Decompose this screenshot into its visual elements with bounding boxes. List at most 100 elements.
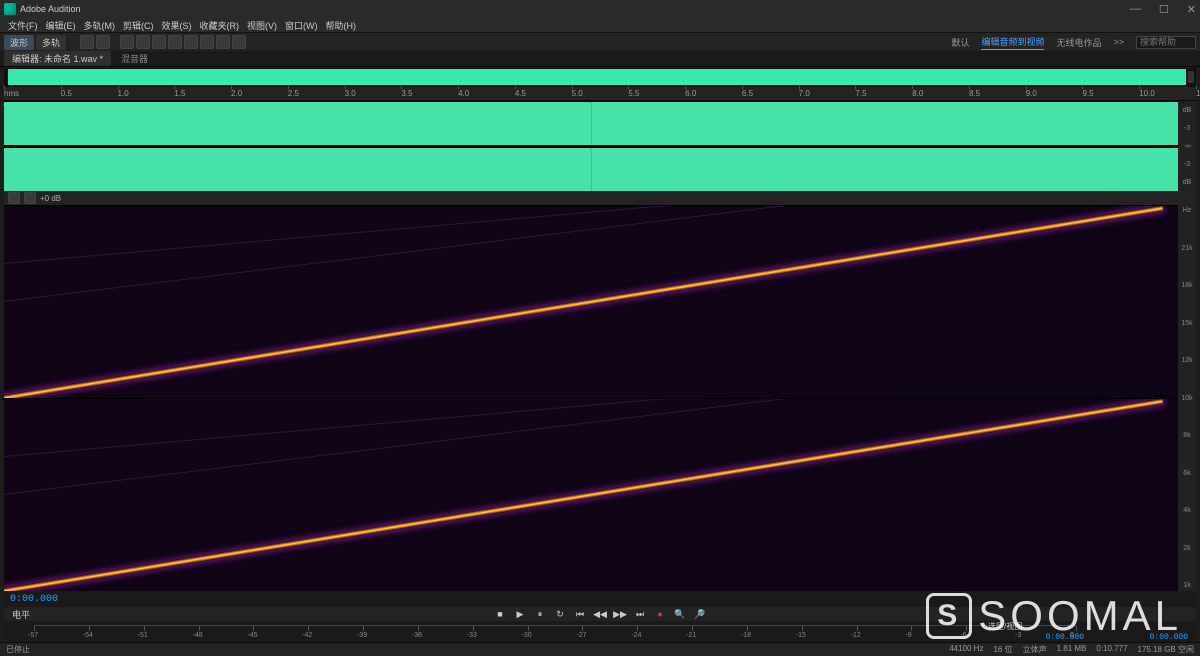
time-ruler[interactable]: hms0.51.01.52.02.53.03.54.04.55.05.56.06… [4,86,1196,100]
freq-tick: 1k [1183,582,1190,589]
spectral-pitch-icon[interactable] [96,35,110,49]
transport-bar: 电平 ■ ▶ ⏸ ↻ ⏮ ◀◀ ▶▶ ⏭ ● 🔍 🔎 [4,607,1196,621]
mixer-tab[interactable]: 混音器 [121,52,148,65]
menu-multitrack[interactable]: 多轨(M) [80,19,120,32]
workspace-more-icon[interactable]: >> [1113,37,1124,47]
marquee-tool-icon[interactable] [184,35,198,49]
timecode-display[interactable]: 0:00.000 [4,591,1196,607]
freq-tick: 4k [1183,507,1190,514]
overview-navigator[interactable] [4,68,1196,86]
ruler-tick: 7.0 [799,89,810,98]
spectrogram-right-channel[interactable] [4,398,1178,591]
workspace-current[interactable]: 编辑音频到视频 [981,35,1044,50]
levels-panel-label: 电平 [12,608,30,621]
ruler-tick: 10.5 [1196,89,1200,98]
pause-button[interactable]: ⏸ [534,608,546,620]
ruler-tick: 6.0 [685,89,696,98]
level-tick: -24 [637,626,638,631]
menu-favorites[interactable]: 收藏夹(R) [196,19,244,32]
waveform-left-channel[interactable] [4,101,1178,145]
hud-toggle-icon[interactable] [80,35,94,49]
ruler-tick: 9.5 [1082,89,1093,98]
lasso-tool-icon[interactable] [200,35,214,49]
document-tab[interactable]: 编辑器: 未命名 1.wav * [4,51,111,66]
ruler-tick: 1.0 [118,89,129,98]
ruler-tick: 4.0 [458,89,469,98]
level-tick: -33 [473,626,474,631]
status-sample-rate: 44100 Hz [949,644,983,655]
menu-help[interactable]: 帮助(H) [322,19,361,32]
level-tick: -6 [966,626,967,631]
level-tick: -12 [857,626,858,631]
level-tick: -15 [802,626,803,631]
brush-tool-icon[interactable] [216,35,230,49]
spectro-clock-icon[interactable] [24,192,36,204]
status-state: 已停止 [6,644,30,655]
time-select-tool-icon[interactable] [168,35,182,49]
spectro-zoom-icon[interactable] [8,192,20,204]
level-tick: -36 [418,626,419,631]
ruler-tick: 7.5 [855,89,866,98]
menu-edit[interactable]: 编辑(E) [42,19,80,32]
workspace-default[interactable]: 默认 [951,36,969,49]
move-tool-icon[interactable] [120,35,134,49]
freq-tick: 8k [1183,432,1190,439]
ruler-tick: 5.5 [628,89,639,98]
spectrogram-panel[interactable]: Hz21k18k15k12k10k8k6k4k2k1k [4,205,1196,591]
waveform-view-tab[interactable]: 波形 [4,35,34,50]
ruler-tick: 2.0 [231,89,242,98]
skip-back-button[interactable]: ⏮ [574,608,586,620]
menu-effects[interactable]: 效果(S) [158,19,196,32]
level-tick: -48 [199,626,200,631]
document-tab-bar: 编辑器: 未命名 1.wav * 混音器 [0,51,1200,67]
skip-fwd-button[interactable]: ⏭ [634,608,646,620]
stop-button[interactable]: ■ [494,608,506,620]
ruler-tick: 10.0 [1139,89,1155,98]
minimize-button[interactable]: — [1130,3,1141,16]
level-tick: -39 [363,626,364,631]
play-button[interactable]: ▶ [514,608,526,620]
freq-tick: 2k [1183,545,1190,552]
freq-tick: 15k [1181,320,1192,327]
title-bar: Adobe Audition — ☐ ✕ [0,0,1200,18]
razor-tool-icon[interactable] [136,35,150,49]
spot-heal-tool-icon[interactable] [232,35,246,49]
rewind-button[interactable]: ◀◀ [594,608,606,620]
spectrogram-left-channel[interactable] [4,205,1178,398]
forward-button[interactable]: ▶▶ [614,608,626,620]
menu-clip[interactable]: 剪辑(C) [119,19,158,32]
status-duration: 0:10.777 [1096,644,1127,655]
app-icon [4,3,16,15]
freq-tick: 10k [1181,395,1192,402]
menu-bar: 文件(F) 编辑(E) 多轨(M) 剪辑(C) 效果(S) 收藏夹(R) 视图(… [0,18,1200,33]
workspace-radio[interactable]: 无线电作品 [1056,36,1101,49]
status-file-size: 1.81 MB [1057,644,1087,655]
ruler-tick: 2.5 [288,89,299,98]
freq-tick: 18k [1181,282,1192,289]
freq-tick: 6k [1183,470,1190,477]
level-tick: -57 [34,626,35,631]
main-toolbar: 波形 多轨 默认 编辑音频到视频 无线电作品 >> [0,33,1200,51]
record-button[interactable]: ● [654,608,666,620]
menu-file[interactable]: 文件(F) [4,19,42,32]
menu-view[interactable]: 视图(V) [243,19,281,32]
status-disk-free: 175.18 GB 空闲 [1138,644,1194,655]
loop-button[interactable]: ↻ [554,608,566,620]
menu-window[interactable]: 窗口(W) [281,19,322,32]
level-tick: -54 [89,626,90,631]
level-tick: -9 [911,626,912,631]
slip-tool-icon[interactable] [152,35,166,49]
multitrack-view-tab[interactable]: 多轨 [36,35,66,50]
overview-scrollbar[interactable] [1188,71,1194,83]
waveform-right-channel[interactable] [4,147,1178,191]
zoom-in-icon[interactable]: 🔍 [674,608,686,620]
freq-tick: 21k [1181,245,1192,252]
waveform-panel[interactable]: dB -3 -∞ -3 dB [4,100,1196,191]
status-channels: 立体声 [1023,644,1047,655]
help-search-input[interactable] [1136,36,1196,49]
zoom-out-icon[interactable]: 🔎 [694,608,706,620]
maximize-button[interactable]: ☐ [1159,3,1169,16]
level-tick: -18 [747,626,748,631]
close-button[interactable]: ✕ [1187,3,1196,16]
gain-readout[interactable]: +0 dB [40,194,61,203]
